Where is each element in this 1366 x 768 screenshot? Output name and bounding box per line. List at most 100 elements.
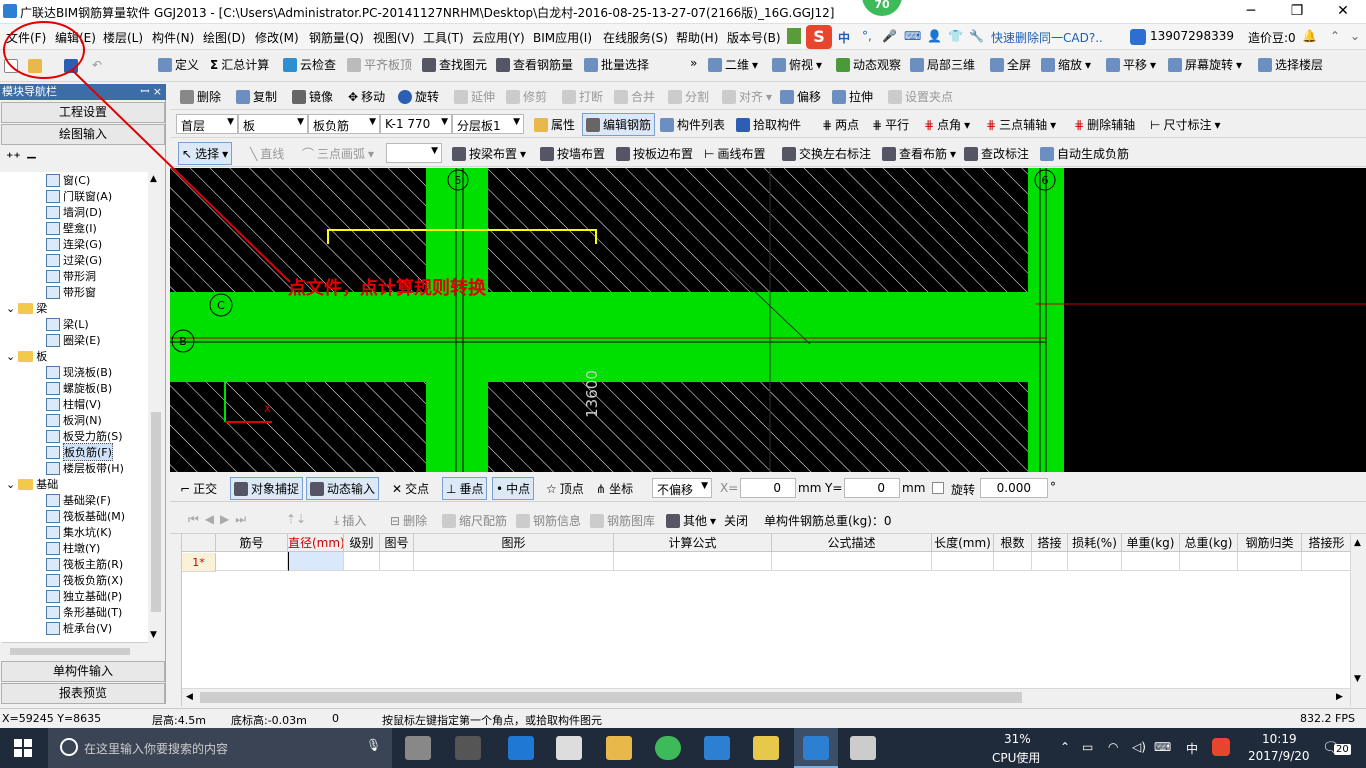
tree-item[interactable]: 墙洞(D): [46, 204, 102, 220]
ime-mode[interactable]: 中: [838, 29, 850, 46]
clock-date[interactable]: 2017/9/20: [1248, 749, 1310, 763]
app-icon-swirl[interactable]: [455, 736, 481, 760]
grip-button[interactable]: 设置夹点: [888, 88, 953, 105]
grid-cell[interactable]: [380, 552, 414, 571]
user-icon[interactable]: 👤: [927, 29, 942, 43]
coordinate-snap[interactable]: ⋔ 坐标: [596, 480, 633, 497]
grid-cell[interactable]: [344, 552, 380, 571]
expand-icon[interactable]: ⌄: [6, 350, 15, 363]
volume-icon[interactable]: ◁): [1132, 740, 1146, 754]
keyboard-tray-icon[interactable]: ⌨: [1154, 740, 1171, 754]
dynamic-input-toggle[interactable]: 动态输入: [306, 477, 380, 500]
scroll-left-arrow[interactable]: ◀: [186, 692, 193, 702]
column-header[interactable]: 搭接: [1032, 534, 1068, 552]
column-header[interactable]: 图形: [414, 534, 614, 552]
column-header[interactable]: 筋号: [216, 534, 288, 552]
grid-vscrollbar[interactable]: ▲ ▼: [1350, 534, 1366, 706]
tree-item[interactable]: 板负筋(F): [46, 443, 113, 461]
menu-edit[interactable]: 编辑(E): [55, 29, 96, 46]
ime-punct-icon[interactable]: °,: [862, 29, 872, 43]
other-dropdown[interactable]: 其他 ▾: [666, 512, 716, 529]
menu-view[interactable]: 视图(V): [373, 29, 415, 46]
rotate-checkbox[interactable]: [932, 482, 944, 494]
expand-icon[interactable]: ⌄: [6, 478, 15, 491]
menu-online[interactable]: 在线服务(S): [603, 29, 668, 46]
mic-icon[interactable]: 🎤: [882, 29, 897, 43]
scroll-up-icon[interactable]: ⌃: [1330, 29, 1340, 43]
grid-cell[interactable]: [1302, 552, 1352, 571]
keyboard-icon[interactable]: ⌨: [904, 29, 921, 43]
point-angle-dropdown[interactable]: ⋕ 点角 ▾: [924, 116, 970, 133]
edit-rebar-button[interactable]: 编辑钢筋: [582, 113, 656, 136]
doc-icon[interactable]: [787, 28, 801, 44]
tree-item[interactable]: 柱墩(Y): [46, 540, 100, 556]
batch-select-button[interactable]: 批量选择: [584, 56, 649, 73]
tree-item[interactable]: 带形窗: [46, 284, 96, 300]
category-select[interactable]: 板 ▼: [238, 114, 308, 134]
type-select[interactable]: 板负筋 ▼: [308, 114, 380, 134]
x-input[interactable]: 0: [740, 478, 796, 498]
find-element-button[interactable]: 查找图元: [422, 56, 487, 73]
tree-item[interactable]: 连梁(G): [46, 236, 102, 252]
network-icon[interactable]: ▭: [1082, 740, 1093, 754]
open-folder-icon[interactable]: [28, 59, 42, 73]
sogou-tray-icon[interactable]: [1212, 738, 1230, 756]
rebar-library-button[interactable]: 钢筋图库: [590, 512, 655, 529]
column-header[interactable]: 搭接形: [1302, 534, 1352, 552]
save-icon[interactable]: [64, 59, 78, 73]
pick-component-button[interactable]: 拾取构件: [736, 116, 801, 133]
tree-hscrollbar[interactable]: [2, 642, 148, 658]
layer-select[interactable]: 分层板1 ▼: [452, 114, 524, 134]
parallel-button[interactable]: ⋕ 平行: [872, 116, 909, 133]
wifi-icon[interactable]: ◠: [1108, 740, 1118, 754]
grid-cell[interactable]: [216, 552, 288, 571]
explorer-icon[interactable]: [606, 736, 632, 760]
view-2d-dropdown[interactable]: 二维 ▾: [708, 56, 758, 73]
column-header[interactable]: 计算公式: [614, 534, 772, 552]
help-app-icon[interactable]: [850, 736, 876, 760]
column-header[interactable]: 长度(mm): [932, 534, 994, 552]
tree-item[interactable]: 梁(L): [46, 316, 89, 332]
row-number[interactable]: 1*: [182, 553, 216, 572]
tray-ime[interactable]: 中: [1186, 740, 1198, 757]
rotate-input[interactable]: 0.000: [980, 478, 1048, 498]
tree-item[interactable]: 独立基础(P): [46, 588, 122, 604]
grid-cell[interactable]: [1068, 552, 1122, 571]
summary-calc-button[interactable]: Σ 汇总计算: [210, 56, 269, 73]
stretch-button[interactable]: 拉伸: [832, 88, 873, 105]
draw-input-button[interactable]: 绘图输入: [1, 124, 165, 145]
project-settings-button[interactable]: 工程设置: [1, 102, 165, 123]
menu-draw[interactable]: 绘图(D): [203, 29, 246, 46]
line-button[interactable]: ╲ 直线: [250, 145, 284, 162]
align-top-button[interactable]: 平齐板顶: [347, 56, 412, 73]
component-list-button[interactable]: 构件列表: [660, 116, 725, 133]
trim-button[interactable]: 修剪: [506, 88, 547, 105]
tray-expand-icon[interactable]: ⌃: [1060, 740, 1070, 754]
object-snap-toggle[interactable]: 对象捕捉: [230, 477, 304, 500]
edge-icon[interactable]: [508, 736, 534, 760]
offset-mode-select[interactable]: 不偏移 ▼: [652, 478, 712, 498]
column-header[interactable]: 图号: [380, 534, 414, 552]
grid-cell[interactable]: [1238, 552, 1302, 571]
by-beam-dropdown[interactable]: 按梁布置 ▾: [452, 145, 526, 162]
minimize-button[interactable]: ─: [1228, 0, 1274, 24]
grid-cell[interactable]: [414, 552, 614, 571]
select-button[interactable]: ↖ 选择 ▾: [178, 142, 233, 165]
move-button[interactable]: ✥ 移动: [348, 88, 385, 105]
menu-cloud[interactable]: 云应用(Y): [472, 29, 525, 46]
mirror-button[interactable]: 镜像: [292, 88, 333, 105]
extend-button[interactable]: 延伸: [454, 88, 495, 105]
report-preview-button[interactable]: 报表预览: [1, 683, 165, 704]
column-header[interactable]: 级别: [344, 534, 380, 552]
dimension-dropdown[interactable]: ⊢ 尺寸标注 ▾: [1150, 116, 1221, 133]
new-file-icon[interactable]: [4, 59, 18, 73]
tree-item[interactable]: 筏板基础(M): [46, 508, 125, 524]
undo-icon[interactable]: ↶: [92, 58, 102, 72]
screen-rotate-dropdown[interactable]: 屏幕旋转 ▾: [1168, 56, 1242, 73]
ad-link[interactable]: 快速删除同一CAD?..: [991, 29, 1103, 46]
local-3d-button[interactable]: 局部三维: [910, 56, 975, 73]
delete-axis-button[interactable]: ⋕ 删除辅轴: [1074, 116, 1135, 133]
menu-rebar-qty[interactable]: 钢筋量(Q): [309, 29, 364, 46]
tree-item[interactable]: 螺旋板(B): [46, 380, 112, 396]
menu-tools[interactable]: 工具(T): [423, 29, 464, 46]
